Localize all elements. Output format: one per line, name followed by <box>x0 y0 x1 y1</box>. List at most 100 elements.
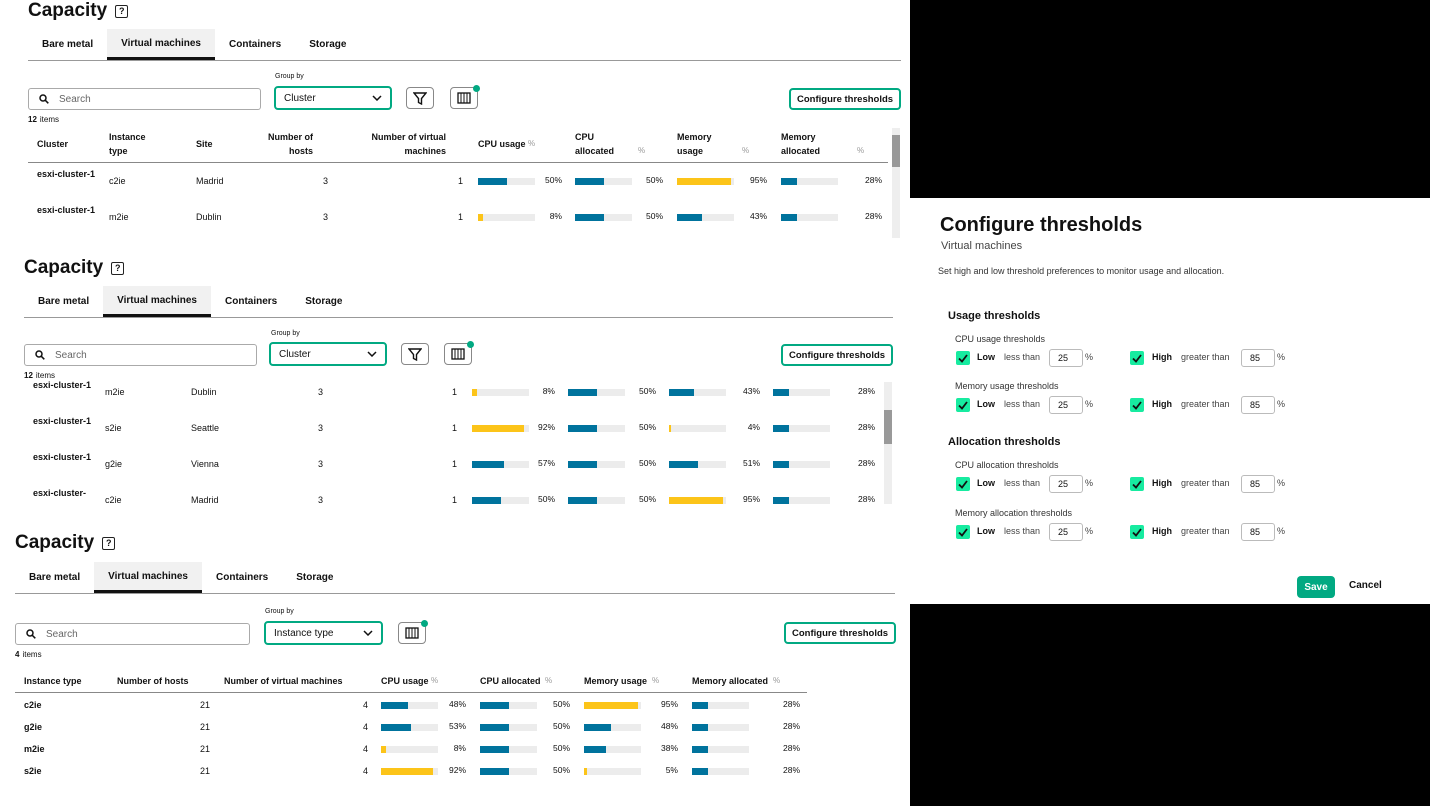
high-threshold-checkbox[interactable] <box>1130 351 1144 365</box>
table-row[interactable]: g2ie 21 4 53% 50% 48% 28% <box>0 718 810 738</box>
capacity-panel-cluster-top: Capacity? Bare metal Virtual machines Co… <box>0 0 910 242</box>
scrollbar-thumb[interactable] <box>884 410 892 444</box>
cpu-usage-bar <box>472 461 529 468</box>
table-row[interactable]: esxi-cluster-1 g2ie Vienna 3 1 57% 50% 51% 28% <box>0 450 880 484</box>
tab-storage[interactable]: Storage <box>291 286 356 317</box>
group-by-select[interactable]: Cluster <box>269 342 387 366</box>
high-threshold-checkbox[interactable] <box>1130 477 1144 491</box>
col-header-cpu-allocated[interactable]: CPU allocated <box>480 674 541 688</box>
table-row[interactable]: m2ie 21 4 8% 50% 38% 28% <box>0 740 810 760</box>
group-by-select[interactable]: Instance type <box>264 621 383 645</box>
cpu-allocated-value: 50% <box>552 699 570 709</box>
col-header-cpu-allocated[interactable]: CPU allocated <box>575 130 625 158</box>
configure-thresholds-button[interactable]: Configure thresholds <box>784 622 897 644</box>
low-threshold-checkbox[interactable] <box>956 477 970 491</box>
help-icon[interactable]: ? <box>115 4 129 18</box>
tab-storage[interactable]: Storage <box>282 562 347 593</box>
cpu-allocated-bar <box>568 389 625 396</box>
table-row[interactable]: esxi-cluster-1 c2ie Madrid 3 1 50% 50% 95% 28% <box>0 167 890 201</box>
help-icon[interactable]: ? <box>102 536 116 550</box>
col-header-memory-usage[interactable]: Memory usage <box>584 674 647 688</box>
search-input[interactable]: Search <box>28 88 261 110</box>
memory-allocated-bar-fill <box>781 178 797 185</box>
search-input[interactable]: Search <box>24 344 257 366</box>
tab-bare-metal[interactable]: Bare metal <box>24 286 103 317</box>
less-than-label: less than <box>1004 399 1041 409</box>
memory-usage-bar <box>669 389 726 396</box>
configure-thresholds-button[interactable]: Configure thresholds <box>789 88 902 110</box>
check-icon <box>1132 479 1142 489</box>
percent-sort-icon: % <box>773 676 781 685</box>
col-header-memory-usage[interactable]: Memory usage <box>677 130 727 158</box>
table-row[interactable]: c2ie 21 4 48% 50% 95% 28% <box>0 696 810 716</box>
high-threshold-input[interactable]: 85 <box>1241 396 1275 414</box>
memory-usage-value: 95% <box>660 699 678 709</box>
filter-button[interactable] <box>401 343 429 365</box>
high-threshold-input[interactable]: 85 <box>1241 475 1275 493</box>
low-threshold-input[interactable]: 25 <box>1049 523 1083 541</box>
columns-icon <box>405 627 419 639</box>
col-header-vms[interactable]: Number of virtual machines <box>224 674 343 688</box>
tab-bare-metal[interactable]: Bare metal <box>15 562 94 593</box>
col-header-cluster[interactable]: Cluster <box>37 137 68 151</box>
memory-usage-bar-fill <box>584 724 612 731</box>
low-threshold-input[interactable]: 25 <box>1049 475 1083 493</box>
table-row[interactable]: esxi-cluster-1 s2ie Seattle 3 1 92% 50% 4% 28% <box>0 414 880 448</box>
cpu-allocated-bar-fill <box>480 746 509 753</box>
memory-usage-bar-fill <box>584 746 606 753</box>
greater-than-label: greater than <box>1181 352 1230 362</box>
low-threshold-checkbox[interactable] <box>956 525 970 539</box>
cluster-cell: esxi-cluster-1 <box>33 452 92 462</box>
memory-allocated-bar <box>773 389 830 396</box>
filter-button[interactable] <box>406 87 434 109</box>
col-header-instance-type[interactable]: Instance type <box>109 130 159 158</box>
col-header-site[interactable]: Site <box>196 137 213 151</box>
header-divider <box>28 162 888 163</box>
cancel-button[interactable]: Cancel <box>1349 580 1382 591</box>
low-threshold-input[interactable]: 25 <box>1049 396 1083 414</box>
col-header-hosts[interactable]: Number of hosts <box>255 130 313 158</box>
table-row[interactable]: esxi-cluster-1 m2ie Dublin 3 1 8% 50% 43% 28% <box>0 203 890 237</box>
tab-storage[interactable]: Storage <box>295 29 360 60</box>
percent-unit: % <box>1277 399 1286 409</box>
greater-than-label: greater than <box>1181 526 1230 536</box>
configure-thresholds-button[interactable]: Configure thresholds <box>781 344 894 366</box>
col-header-memory-allocated[interactable]: Memory allocated <box>692 674 768 688</box>
instance-type-cell: g2ie <box>105 459 123 469</box>
memory-allocated-bar <box>773 497 830 504</box>
col-header-cpu-usage[interactable]: CPU usage <box>381 674 429 688</box>
table-row[interactable]: esxi-cluster-c2ie Madrid 3 1 50% 50% 95% 28% <box>0 486 880 508</box>
table-row[interactable]: s2ie 21 4 92% 50% 5% 28% <box>0 762 810 782</box>
save-button[interactable]: Save <box>1297 576 1335 598</box>
low-threshold-checkbox[interactable] <box>956 398 970 412</box>
high-threshold-input[interactable]: 85 <box>1241 523 1275 541</box>
table-row[interactable]: esxi-cluster-1 m2ie Dublin 3 1 8% 50% 43% 28% <box>0 378 880 412</box>
tab-containers[interactable]: Containers <box>215 29 295 60</box>
low-threshold-input[interactable]: 25 <box>1049 349 1083 367</box>
scrollbar-thumb[interactable] <box>892 135 900 167</box>
tab-virtual-machines[interactable]: Virtual machines <box>103 286 211 317</box>
cpu-allocated-bar <box>480 702 537 709</box>
tab-bare-metal[interactable]: Bare metal <box>28 29 107 60</box>
tab-containers[interactable]: Containers <box>202 562 282 593</box>
memory-allocated-bar-fill <box>692 746 708 753</box>
col-header-instance-type[interactable]: Instance type <box>24 674 82 688</box>
col-header-cpu-usage[interactable]: CPU usage <box>478 137 526 151</box>
col-header-memory-allocated[interactable]: Memory allocated <box>781 130 831 158</box>
high-threshold-checkbox[interactable] <box>1130 398 1144 412</box>
help-icon[interactable]: ? <box>111 261 125 275</box>
low-threshold-checkbox[interactable] <box>956 351 970 365</box>
tab-virtual-machines[interactable]: Virtual machines <box>107 29 215 60</box>
tab-containers[interactable]: Containers <box>211 286 291 317</box>
high-threshold-checkbox[interactable] <box>1130 525 1144 539</box>
cpu-allocated-bar <box>568 425 625 432</box>
tab-virtual-machines[interactable]: Virtual machines <box>94 562 202 593</box>
col-header-hosts[interactable]: Number of hosts <box>117 674 189 688</box>
high-threshold-input[interactable]: 85 <box>1241 349 1275 367</box>
group-by-select[interactable]: Cluster <box>274 86 392 110</box>
memory-usage-bar <box>584 768 641 775</box>
hosts-cell: 21 <box>199 722 210 732</box>
col-header-vms[interactable]: Number of virtual machines <box>360 130 446 158</box>
cpu-usage-bar-fill <box>381 702 409 709</box>
search-input[interactable]: Search <box>15 623 250 645</box>
